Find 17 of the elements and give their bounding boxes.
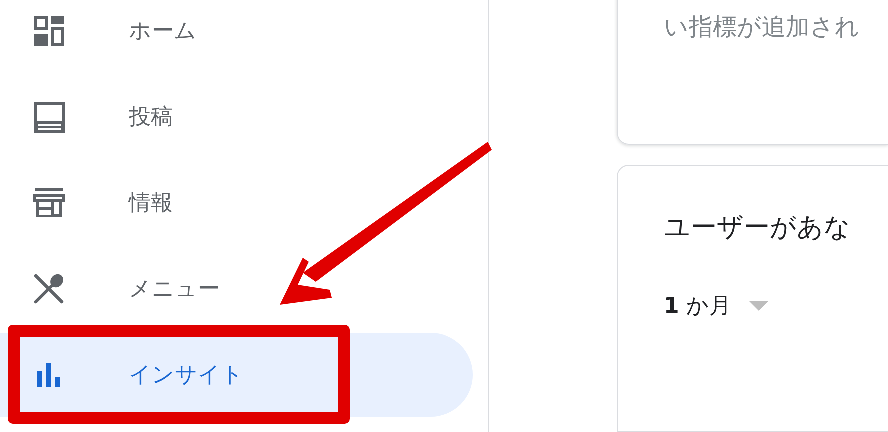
- dashboard-icon: [33, 15, 65, 47]
- post-icon: [33, 101, 65, 133]
- period-dropdown[interactable]: 1 か月: [664, 291, 732, 322]
- sidebar-item[interactable]: ホーム: [0, 0, 207, 73]
- sidebar-label: インサイト: [129, 362, 244, 390]
- sidebar-item[interactable]: メニュー: [0, 247, 230, 331]
- store-icon: [33, 187, 65, 219]
- sidebar-label: 投稿: [129, 104, 173, 132]
- dropdown-caret-icon: [749, 301, 770, 312]
- sidebar-label: 情報: [129, 190, 173, 218]
- card-title: ユーザーがあな: [664, 212, 851, 246]
- card-text: い指標が追加され: [664, 13, 860, 41]
- sidebar-label: メニュー: [129, 276, 220, 304]
- sidebar-label: ホーム: [129, 18, 197, 46]
- fork-spoon-icon: [33, 273, 65, 305]
- sidebar-item[interactable]: 投稿: [0, 75, 183, 159]
- sidebar-item[interactable]: 情報: [0, 161, 183, 245]
